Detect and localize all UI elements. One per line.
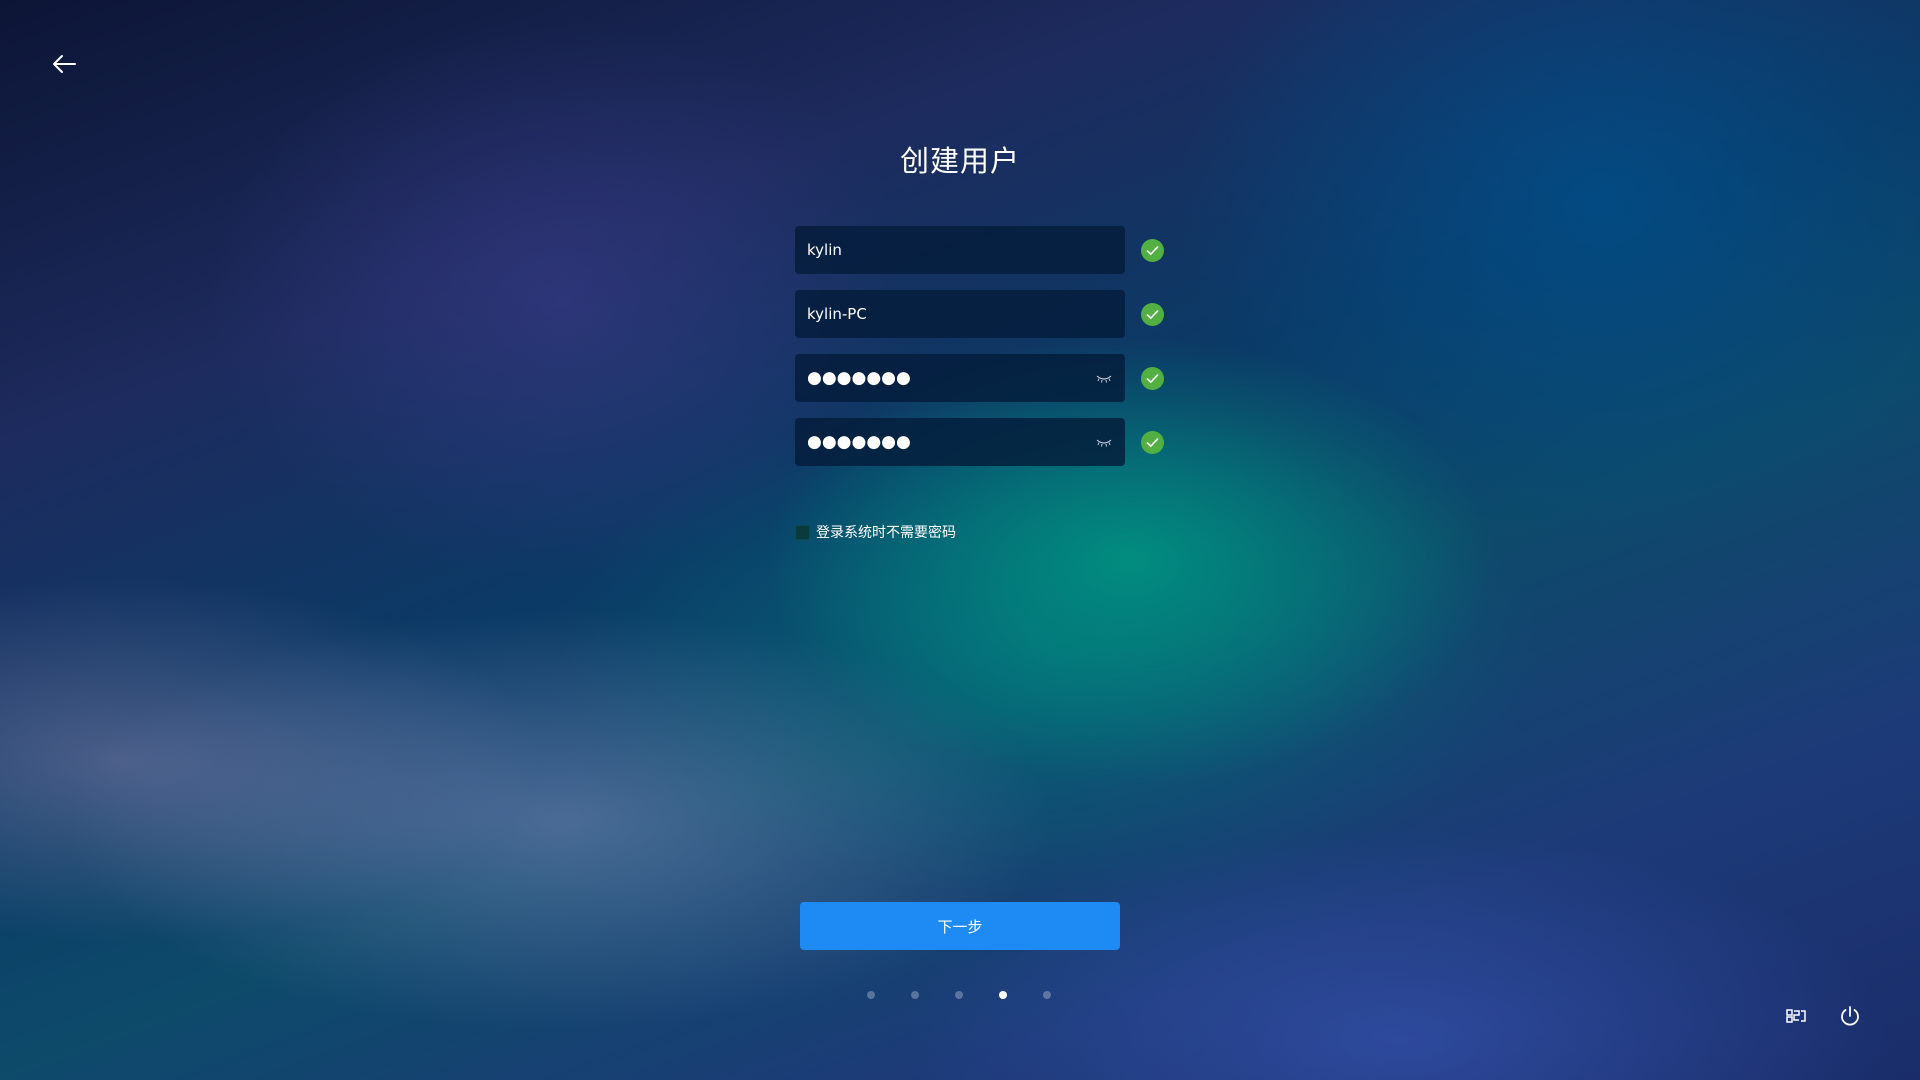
- step-dot-5: [1043, 991, 1051, 999]
- no-password-login-option: 登录系统时不需要密码: [795, 522, 956, 542]
- username-row: kylin: [795, 226, 1175, 274]
- hostname-input[interactable]: kylin-PC: [795, 290, 1125, 338]
- back-button[interactable]: [48, 50, 80, 78]
- hostname-value: kylin-PC: [807, 305, 867, 323]
- eye-closed-icon[interactable]: [1095, 372, 1113, 384]
- password-value: ●●●●●●●: [807, 368, 911, 388]
- create-user-form: kylin kylin-PC ●●●●●●● ●●●●●●●: [795, 226, 1175, 482]
- keyboard-layout-button[interactable]: [1785, 1007, 1807, 1025]
- password-row: ●●●●●●●: [795, 354, 1175, 402]
- eye-closed-icon[interactable]: [1095, 436, 1113, 448]
- check-circle-icon: [1141, 367, 1164, 390]
- power-button[interactable]: [1838, 1004, 1862, 1028]
- username-value: kylin: [807, 241, 842, 259]
- step-dot-1: [867, 991, 875, 999]
- next-button[interactable]: 下一步: [800, 902, 1120, 950]
- username-input[interactable]: kylin: [795, 226, 1125, 274]
- check-circle-icon: [1141, 303, 1164, 326]
- step-dot-4: [999, 991, 1007, 999]
- confirm-password-row: ●●●●●●●: [795, 418, 1175, 466]
- no-password-checkbox[interactable]: [795, 524, 810, 540]
- step-dot-3: [955, 991, 963, 999]
- step-dot-2: [911, 991, 919, 999]
- page-title: 创建用户: [899, 144, 1020, 178]
- power-icon: [1841, 1006, 1859, 1026]
- arrow-left-icon: [53, 55, 76, 73]
- confirm-password-input[interactable]: ●●●●●●●: [795, 418, 1125, 466]
- check-circle-icon: [1141, 239, 1164, 262]
- hostname-row: kylin-PC: [795, 290, 1175, 338]
- no-password-label: 登录系统时不需要密码: [816, 525, 956, 541]
- keyboard-icon: [1786, 1009, 1806, 1023]
- confirm-password-value: ●●●●●●●: [807, 432, 911, 452]
- check-circle-icon: [1141, 431, 1164, 454]
- step-indicator: [867, 991, 1087, 999]
- password-input[interactable]: ●●●●●●●: [795, 354, 1125, 402]
